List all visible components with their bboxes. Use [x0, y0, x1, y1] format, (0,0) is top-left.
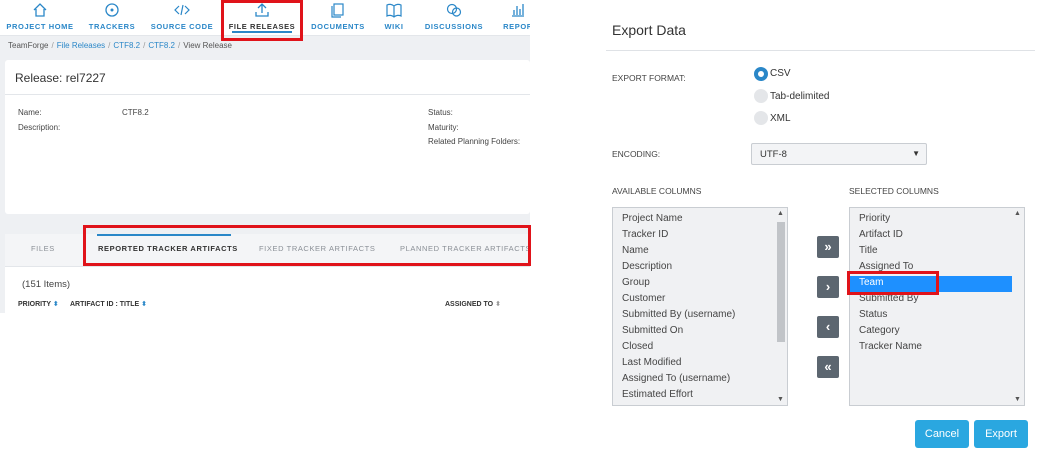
column-assigned-to[interactable]: ASSIGNED TO ⬍ — [445, 300, 501, 308]
list-item[interactable]: Status — [859, 309, 887, 320]
list-item[interactable]: Priority — [859, 213, 890, 224]
list-item[interactable]: Customer — [622, 293, 665, 304]
scroll-up-icon[interactable]: ▲ — [777, 210, 784, 217]
list-item[interactable]: Submitted By (username) — [622, 309, 735, 320]
description-label: Description: — [18, 123, 61, 132]
move-right-button[interactable]: › — [817, 276, 839, 298]
code-icon — [150, 2, 214, 20]
list-item[interactable]: Assigned To (username) — [622, 373, 730, 384]
chevron-down-icon: ▼ — [912, 149, 920, 158]
radio-csv[interactable] — [754, 67, 768, 81]
list-item[interactable]: Title — [859, 245, 878, 256]
name-value: CTF8.2 — [122, 108, 149, 117]
available-columns-list[interactable]: Project Name Tracker ID Name Description… — [612, 207, 788, 406]
nav-trackers[interactable]: TRACKERS — [86, 0, 138, 36]
scroll-up-icon[interactable]: ▲ — [1014, 210, 1021, 217]
selected-columns-label: SELECTED COLUMNS — [849, 186, 939, 196]
highlight-box — [221, 0, 303, 41]
breadcrumb: TeamForge / File Releases / CTF8.2/CTF8.2/Vi… — [8, 41, 232, 50]
encoding-value: UTF-8 — [760, 149, 787, 160]
nav-label: DOCUMENTS — [311, 22, 365, 31]
nav-label: DISCUSSIONS — [424, 22, 484, 31]
nav-label: TRACKERS — [88, 22, 136, 31]
chat-icon — [422, 2, 486, 20]
book-icon — [378, 2, 410, 20]
nav-discussions[interactable]: DISCUSSIONS — [422, 0, 486, 36]
selected-columns-list[interactable]: Priority Artifact ID Title Assigned To T… — [849, 207, 1025, 406]
radio-tab-delimited[interactable] — [754, 89, 768, 103]
list-item[interactable]: Submitted On — [622, 325, 683, 336]
column-priority[interactable]: PRIORITY ⬍ — [18, 300, 59, 308]
move-all-right-button[interactable]: » — [817, 236, 839, 258]
export-dialog: Export Data EXPORT FORMAT: CSV Tab-delim… — [594, 0, 1039, 456]
radio-xml[interactable] — [754, 111, 768, 125]
divider — [606, 50, 1035, 51]
teamforge-page: PROJECT HOME TRACKERS SOURCE CODE FILE R… — [0, 0, 530, 313]
breadcrumb-root[interactable]: TeamForge — [8, 41, 48, 50]
tab-files[interactable]: FILES — [31, 244, 55, 253]
list-item[interactable]: Estimated Effort — [622, 389, 693, 400]
dialog-title: Export Data — [612, 22, 686, 38]
scroll-down-icon[interactable]: ▼ — [1014, 396, 1021, 403]
item-count: (151 Items) — [22, 279, 71, 290]
documents-icon — [310, 2, 366, 20]
move-left-button[interactable]: ‹ — [817, 316, 839, 338]
nav-label: WIKI — [384, 22, 404, 31]
radio-tab-delimited-label[interactable]: Tab-delimited — [770, 91, 829, 102]
tracker-icon — [86, 2, 138, 20]
nav-project-home[interactable]: PROJECT HOME — [6, 0, 74, 36]
maturity-label: Maturity: — [428, 123, 459, 132]
list-item[interactable]: Name — [622, 245, 649, 256]
sort-icon[interactable]: ⬍ — [141, 301, 147, 308]
export-format-label: EXPORT FORMAT: — [612, 73, 686, 83]
nav-documents[interactable]: DOCUMENTS — [310, 0, 366, 36]
nav-reports[interactable]: REPOR — [498, 0, 530, 36]
sort-icon[interactable]: ⬍ — [53, 301, 59, 308]
report-icon — [498, 2, 530, 20]
scrollbar[interactable]: ▲ ▼ — [1012, 208, 1024, 405]
home-icon — [6, 2, 74, 20]
export-button[interactable]: Export — [974, 420, 1028, 448]
breadcrumb-ctf-package[interactable]: CTF8.2 — [113, 41, 140, 50]
radio-csv-label[interactable]: CSV — [770, 68, 791, 79]
scroll-thumb[interactable] — [777, 222, 785, 342]
highlight-box — [847, 271, 939, 295]
breadcrumb-current: View Release — [183, 41, 232, 50]
breadcrumb-ctf-release[interactable]: CTF8.2 — [148, 41, 175, 50]
list-item[interactable]: Tracker Name — [859, 341, 922, 352]
nav-label: PROJECT HOME — [6, 22, 74, 31]
encoding-label: ENCODING: — [612, 149, 661, 159]
list-item[interactable]: Artifact ID — [859, 229, 903, 240]
breadcrumb-file-releases[interactable]: File Releases — [57, 41, 105, 50]
name-label: Name: — [18, 108, 42, 117]
page-title: Release: rel7227 — [15, 71, 106, 85]
divider — [5, 94, 530, 95]
list-item[interactable]: Last Modified — [622, 357, 681, 368]
encoding-select[interactable]: UTF-8 ▼ — [751, 143, 927, 165]
nav-wiki[interactable]: WIKI — [378, 0, 410, 36]
list-item[interactable]: Tracker ID — [622, 229, 668, 240]
radio-xml-label[interactable]: XML — [770, 113, 791, 124]
list-item[interactable]: Category — [859, 325, 900, 336]
list-item[interactable]: Closed — [622, 341, 653, 352]
release-card: Release: rel7227 Name: CTF8.2 Descriptio… — [5, 60, 530, 214]
list-item[interactable]: Description — [622, 261, 672, 272]
nav-label: SOURCE CODE — [150, 22, 214, 31]
highlight-box — [83, 225, 531, 266]
column-artifact-title[interactable]: ARTIFACT ID : TITLE ⬍ — [70, 300, 147, 308]
scrollbar[interactable]: ▲ ▼ — [775, 208, 787, 405]
sort-icon[interactable]: ⬍ — [495, 301, 501, 308]
nav-source-code[interactable]: SOURCE CODE — [150, 0, 214, 36]
available-columns-label: AVAILABLE COLUMNS — [612, 186, 702, 196]
cancel-button[interactable]: Cancel — [915, 420, 969, 448]
nav-label: REPOR — [503, 22, 530, 31]
list-item[interactable]: Project Name — [622, 213, 683, 224]
planning-folders-label: Related Planning Folders: — [428, 137, 521, 146]
scroll-down-icon[interactable]: ▼ — [777, 396, 784, 403]
status-label: Status: — [428, 108, 453, 117]
list-item[interactable]: Group — [622, 277, 650, 288]
move-all-left-button[interactable]: « — [817, 356, 839, 378]
